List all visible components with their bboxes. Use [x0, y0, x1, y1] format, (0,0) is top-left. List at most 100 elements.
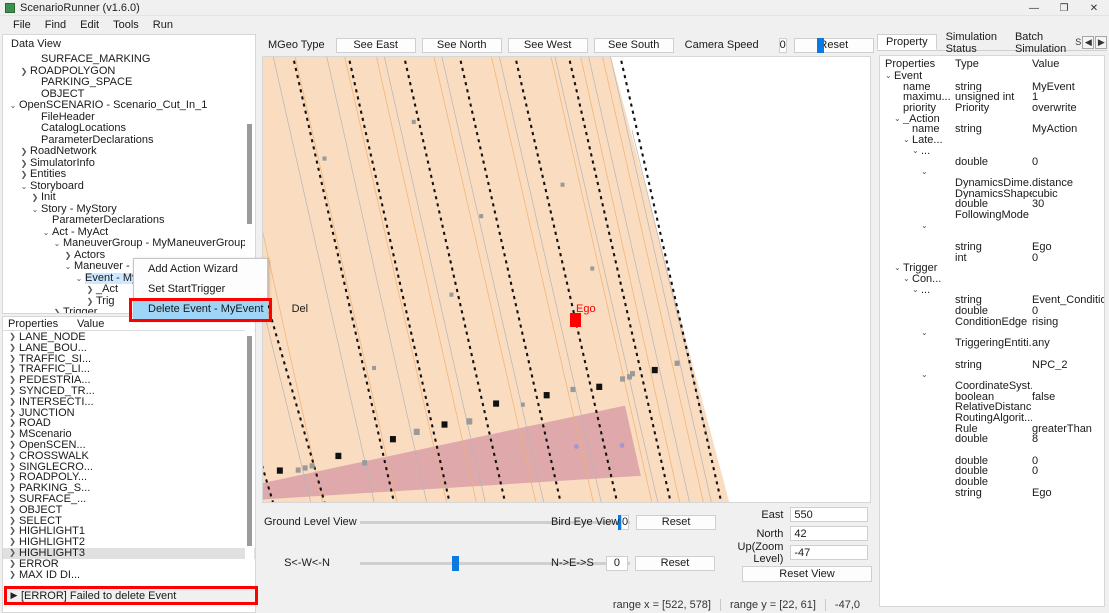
property-row-value[interactable]: NPC_2 [1032, 360, 1104, 371]
property-row-value[interactable]: rising [1032, 317, 1104, 328]
property-row[interactable]: double [880, 477, 1104, 488]
property-row[interactable]: booleanfalse [880, 392, 1104, 403]
see-north-button[interactable]: See North [422, 38, 502, 53]
chevron-right-icon[interactable]: ❯ [6, 332, 19, 343]
property-row-value[interactable]: 0 [1032, 456, 1104, 467]
bird-eye-reset-button[interactable]: Reset [636, 515, 716, 530]
context-menu-item[interactable]: Set StartTrigger [134, 279, 267, 299]
property-row[interactable]: maximu...unsigned int1 [880, 92, 1104, 103]
chevron-down-icon[interactable]: ⌄ [18, 181, 30, 193]
nes-reset-button[interactable]: Reset [635, 556, 715, 571]
chevron-right-icon[interactable]: ❯ [6, 494, 19, 505]
property-row-value[interactable] [1032, 221, 1104, 232]
property-row[interactable]: ⌄Con... [880, 274, 1104, 285]
chevron-down-icon[interactable]: ⌄ [73, 273, 85, 285]
tab-batch-simulation[interactable]: Batch Simulation [1006, 34, 1075, 50]
chevron-right-icon[interactable]: ❯ [6, 440, 19, 451]
tree-item[interactable]: ❯Init [3, 192, 255, 204]
chevron-down-icon[interactable]: ⌄ [7, 100, 19, 112]
see-south-button[interactable]: See South [594, 38, 674, 53]
minimize-icon[interactable]: — [1019, 0, 1049, 16]
slider-knob[interactable] [452, 556, 459, 571]
chevron-right-icon[interactable]: ❯ [6, 548, 19, 559]
property-row-value[interactable] [1032, 274, 1104, 285]
property-row[interactable]: RulegreaterThan [880, 424, 1104, 435]
property-row-value[interactable]: Ego [1032, 242, 1104, 253]
property-row[interactable]: int0 [880, 253, 1104, 264]
tree-item[interactable]: ❯Entities [3, 169, 255, 181]
nes-value[interactable]: 0 [606, 556, 628, 571]
property-row-value[interactable] [1032, 135, 1104, 146]
tree-item[interactable]: SURFACE_MARKING [3, 54, 255, 66]
up-zoom-level-input[interactable]: -47 [790, 545, 868, 560]
property-row-value[interactable]: MyEvent [1032, 82, 1104, 93]
property-row[interactable]: RelativeDistanc... [880, 402, 1104, 413]
property-row-value[interactable]: Event_Condition [1032, 295, 1104, 306]
property-row[interactable]: ⌄ [880, 167, 1104, 178]
tree-item[interactable]: ParameterDeclarations [3, 215, 255, 227]
property-row[interactable] [880, 349, 1104, 360]
property-row[interactable]: DynamicsDime...distance [880, 178, 1104, 189]
property-row[interactable]: double0 [880, 466, 1104, 477]
property-row-value[interactable]: MyAction [1032, 124, 1104, 135]
scrollbar-thumb[interactable] [247, 336, 252, 546]
chevron-right-icon[interactable]: ❯ [6, 462, 19, 473]
property-row[interactable]: double0 [880, 157, 1104, 168]
chevron-right-icon[interactable]: ❯ [6, 526, 19, 537]
property-row-value[interactable] [1032, 285, 1104, 296]
property-row[interactable]: ⌄ [880, 221, 1104, 232]
property-row-value[interactable]: Ego [1032, 488, 1104, 499]
chevron-right-icon[interactable]: ❯ [6, 472, 19, 483]
context-menu-item[interactable]: Delete Event - MyEventDel [134, 299, 267, 319]
tree-item[interactable]: CatalogLocations [3, 123, 255, 135]
chevron-right-icon[interactable]: ❯ [6, 451, 19, 462]
chevron-down-icon[interactable]: ⌄ [894, 263, 903, 274]
property-row-value[interactable]: 0 [1032, 466, 1104, 477]
property-row-value[interactable]: overwrite [1032, 103, 1104, 114]
chevron-down-icon[interactable]: ⌄ [894, 114, 903, 125]
chevron-right-icon[interactable]: ❯ [6, 354, 19, 365]
slider-knob[interactable] [817, 38, 824, 53]
tree-item[interactable]: ❯RoadNetwork [3, 146, 255, 158]
property-row[interactable]: priorityPriorityoverwrite [880, 103, 1104, 114]
chevron-down-icon[interactable]: ⌄ [921, 221, 930, 232]
property-row-value[interactable]: 0 [1032, 253, 1104, 264]
chevron-right-icon[interactable]: ❯ [6, 364, 19, 375]
chevron-down-icon[interactable]: ⌄ [912, 285, 921, 296]
tab-simulation-status[interactable]: Simulation Status [937, 34, 1006, 50]
tree-item[interactable]: ⌄ManeuverGroup - MyManeuverGroup [3, 238, 255, 250]
bird-eye-value[interactable]: 0 [621, 515, 629, 530]
chevron-right-icon[interactable]: ❯ [6, 386, 19, 397]
chevron-right-icon[interactable]: ❯ [6, 570, 19, 581]
tab-scroll-right-icon[interactable]: ▶ [1095, 36, 1107, 49]
property-row[interactable]: double30 [880, 199, 1104, 210]
tab-property[interactable]: Property [877, 34, 937, 50]
property-row[interactable]: stringEvent_Condition [880, 295, 1104, 306]
chevron-down-icon[interactable]: ⌄ [51, 238, 63, 250]
property-row-value[interactable] [1032, 146, 1104, 157]
chevron-right-icon[interactable]: ❯ [18, 158, 30, 170]
property-row-value[interactable] [1032, 167, 1104, 178]
tree-context-menu[interactable]: Add Action WizardSet StartTriggerDelete … [133, 258, 268, 320]
property-row-value[interactable] [1032, 231, 1104, 242]
property-row-value[interactable] [1032, 210, 1104, 221]
chevron-down-icon[interactable]: ⌄ [921, 167, 930, 178]
menu-item-find[interactable]: Find [38, 18, 73, 32]
chevron-right-icon[interactable]: ❯ [6, 343, 19, 354]
camera-speed-reset-button[interactable]: Reset [794, 38, 874, 53]
menu-item-tools[interactable]: Tools [106, 18, 146, 32]
property-row-value[interactable]: cubic [1032, 189, 1104, 200]
properties-list[interactable]: ❯LANE_NODE❯LANE_BOU...❯TRAFFIC_SI...❯TRA… [3, 332, 255, 612]
reset-view-button[interactable]: Reset View [742, 566, 872, 582]
property-list-item[interactable]: ❯CROSSWALK [3, 451, 255, 462]
property-row-value[interactable] [1032, 381, 1104, 392]
chevron-down-icon[interactable]: ⌄ [921, 328, 930, 339]
property-row[interactable]: ⌄... [880, 285, 1104, 296]
chevron-right-icon[interactable]: ❯ [6, 408, 19, 419]
property-row-value[interactable] [1032, 114, 1104, 125]
property-row-value[interactable] [1032, 413, 1104, 424]
chevron-right-icon[interactable]: ❯ [6, 537, 19, 548]
property-row[interactable]: double8 [880, 434, 1104, 445]
property-row-value[interactable]: false [1032, 392, 1104, 403]
property-row[interactable]: ⌄ [880, 370, 1104, 381]
